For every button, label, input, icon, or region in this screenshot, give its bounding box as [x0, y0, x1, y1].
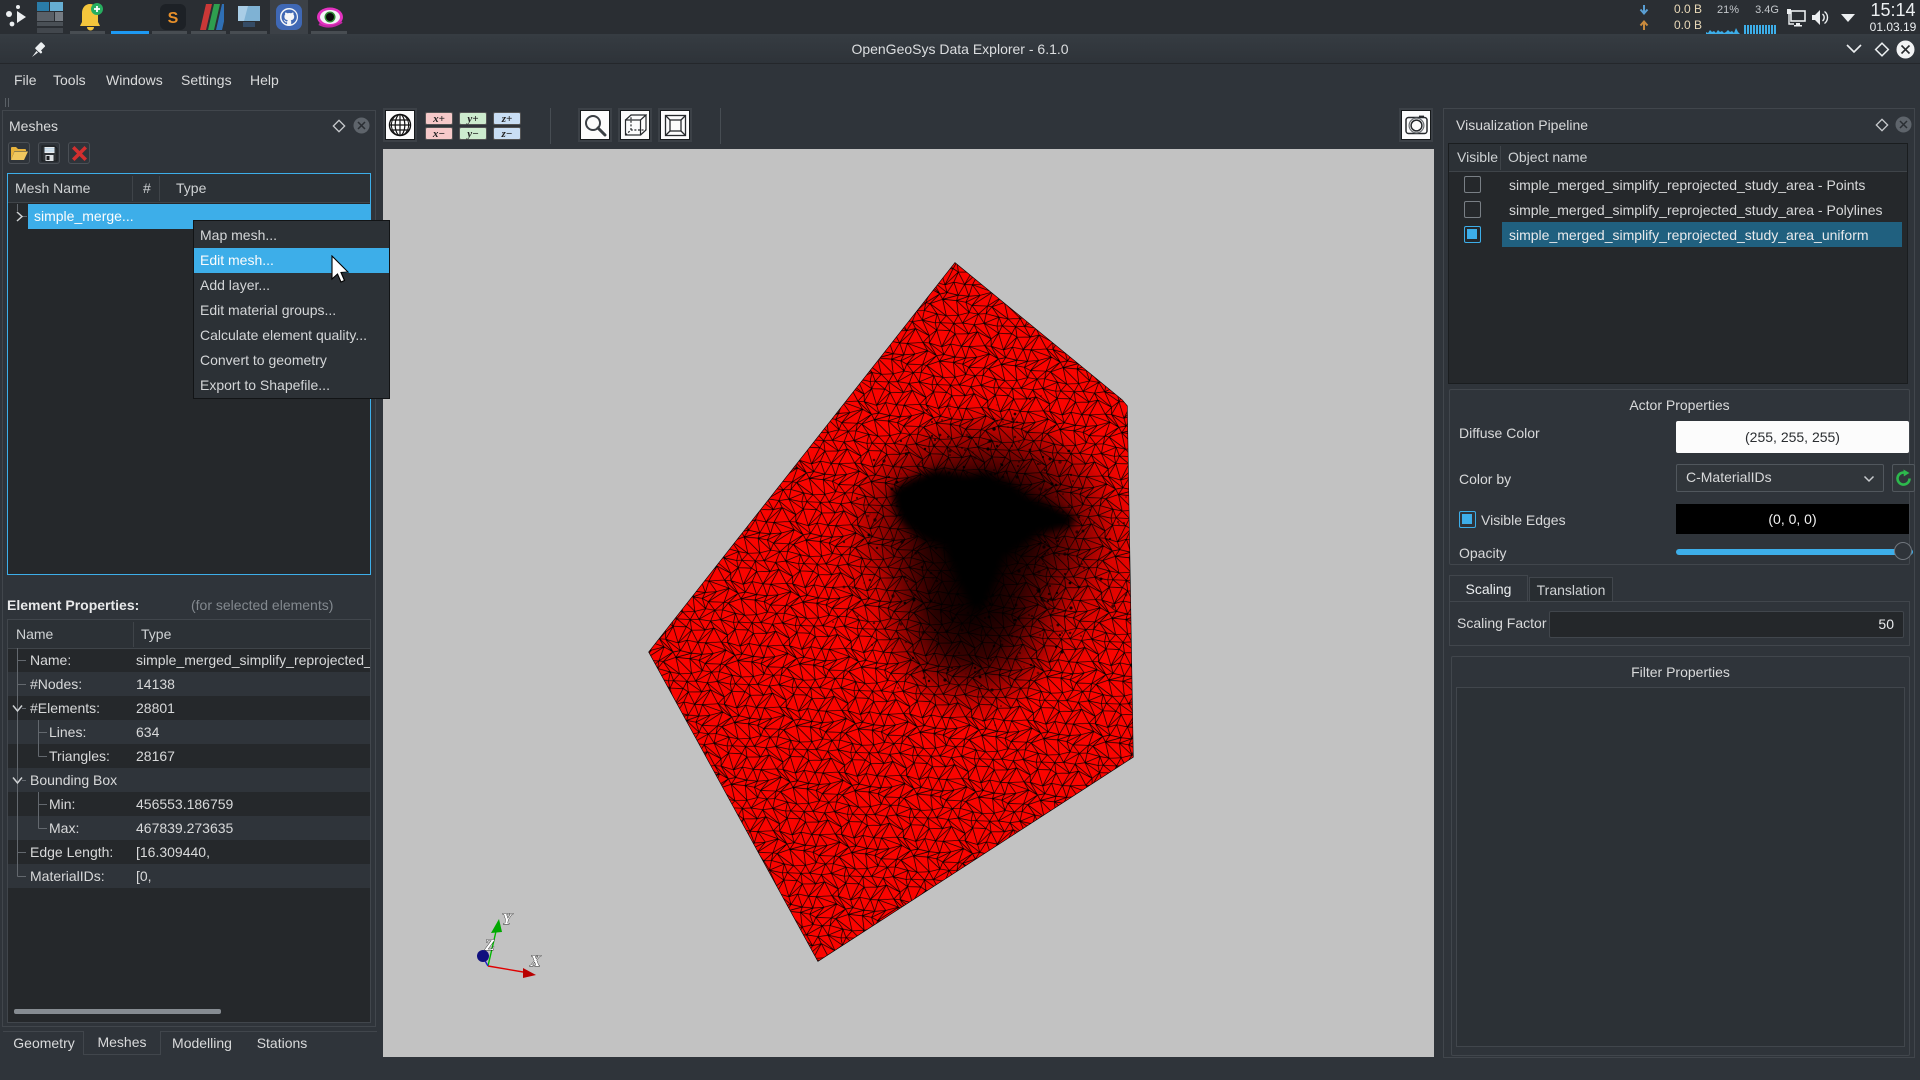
- svg-text:Y: Y: [502, 911, 513, 928]
- svg-text:Z: Z: [484, 937, 495, 954]
- svg-text:S: S: [168, 10, 179, 27]
- svg-text:X: X: [529, 953, 541, 970]
